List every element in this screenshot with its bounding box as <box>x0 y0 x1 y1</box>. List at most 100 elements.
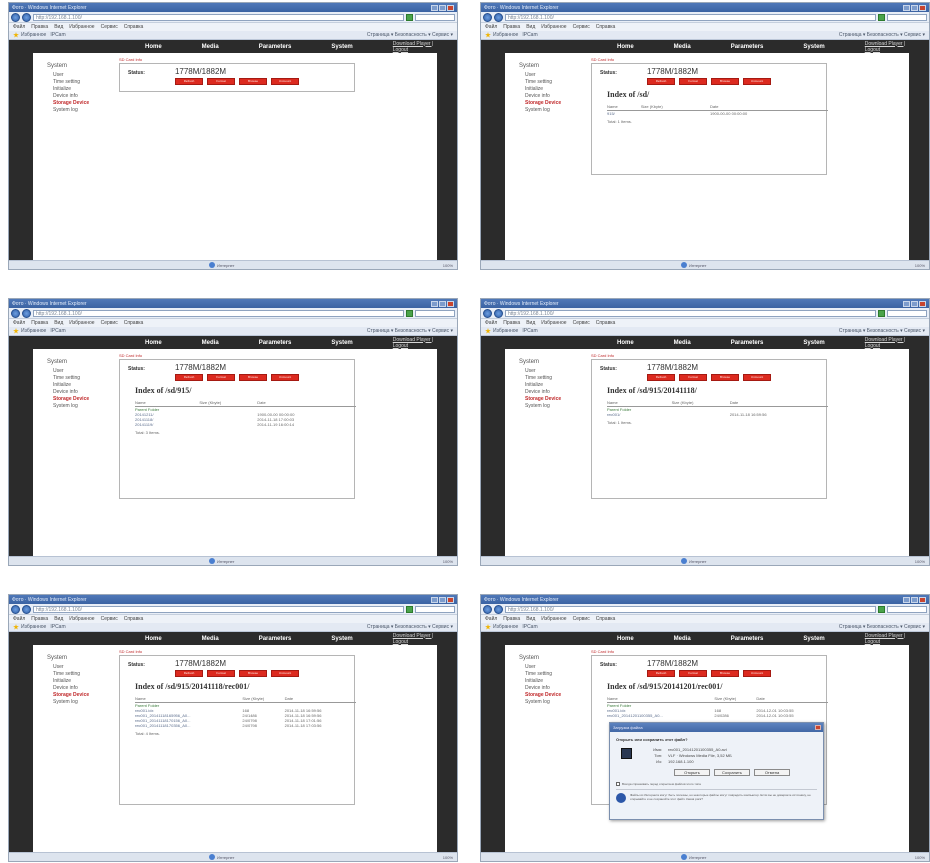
sidebar-item-initialize[interactable]: Initialize <box>519 86 589 93</box>
menu-item[interactable]: Справка <box>124 24 144 30</box>
nav-home[interactable]: Home <box>145 340 162 346</box>
sidebar-item-system-log[interactable]: System log <box>519 107 589 114</box>
sidebar-item-storage-device[interactable]: Storage Device <box>47 692 117 699</box>
nav-parameters[interactable]: Parameters <box>731 636 764 642</box>
nav-home[interactable]: Home <box>145 636 162 642</box>
always-ask-checkbox[interactable] <box>616 782 620 786</box>
menu-item[interactable]: Сервис <box>573 320 590 326</box>
col-header-size[interactable]: Size (Kbyte) <box>640 103 711 111</box>
sidebar-item-initialize[interactable]: Initialize <box>519 382 589 389</box>
nav-home[interactable]: Home <box>617 636 634 642</box>
sidebar-item-device-info[interactable]: Device info <box>519 389 589 396</box>
browse-button[interactable]: Browse <box>239 78 267 85</box>
sidebar-item-time-setting[interactable]: Time setting <box>47 79 117 86</box>
sidebar-item-time-setting[interactable]: Time setting <box>47 671 117 678</box>
sidebar-item-system-log[interactable]: System log <box>519 403 589 410</box>
browse-button[interactable]: Browse <box>711 78 739 85</box>
close-icon[interactable] <box>919 300 926 307</box>
menu-item[interactable]: Сервис <box>101 320 118 326</box>
unmount-button[interactable]: Unmount <box>743 374 771 381</box>
toolbar-commands[interactable]: Страница ▾ Безопасность ▾ Сервис ▾ <box>367 32 453 38</box>
menu-item[interactable]: Вид <box>54 24 63 30</box>
format-button[interactable]: Format <box>207 78 235 85</box>
col-header-date[interactable]: Date <box>284 695 356 703</box>
maximize-icon[interactable] <box>439 596 446 603</box>
close-icon[interactable] <box>447 300 454 307</box>
menu-item[interactable]: Вид <box>526 320 535 326</box>
download-player-link[interactable]: Download Player | Logout <box>865 337 909 349</box>
favorite-link-ipcam[interactable]: IPCam <box>522 328 537 334</box>
menu-item[interactable]: Правка <box>503 616 520 622</box>
nav-parameters[interactable]: Parameters <box>259 340 292 346</box>
forward-icon[interactable] <box>22 308 31 318</box>
sidebar-item-system-log[interactable]: System log <box>47 107 117 114</box>
address-input[interactable]: http://192.168.1.100/ <box>33 309 404 317</box>
address-input[interactable]: http://192.168.1.100/ <box>33 13 404 21</box>
close-icon[interactable] <box>919 4 926 11</box>
sidebar-item-time-setting[interactable]: Time setting <box>47 375 117 382</box>
menu-item[interactable]: Сервис <box>101 24 118 30</box>
menu-item[interactable]: Справка <box>596 616 616 622</box>
refresh-icon[interactable] <box>878 309 885 317</box>
forward-icon[interactable] <box>494 12 503 22</box>
menu-item[interactable]: Сервис <box>573 616 590 622</box>
menu-item[interactable]: Справка <box>596 24 616 30</box>
favorite-link-ipcam[interactable]: IPCam <box>50 624 65 630</box>
col-header-date[interactable]: Date <box>756 695 828 703</box>
favorites-button[interactable]: Избранное <box>485 32 518 38</box>
dialog-close-icon[interactable] <box>815 725 821 730</box>
save-button[interactable]: Сохранить <box>714 769 750 776</box>
favorite-link-ipcam[interactable]: IPCam <box>50 32 65 38</box>
unmount-button[interactable]: Unmount <box>271 670 299 677</box>
favorites-button[interactable]: Избранное <box>13 624 46 630</box>
sidebar-item-storage-device[interactable]: Storage Device <box>519 692 589 699</box>
menu-item[interactable]: Вид <box>526 24 535 30</box>
nav-system[interactable]: System <box>331 636 352 642</box>
menu-item[interactable]: Правка <box>31 24 48 30</box>
menu-item[interactable]: Справка <box>596 320 616 326</box>
download-player-link[interactable]: Download Player | Logout <box>393 337 437 349</box>
nav-media[interactable]: Media <box>674 44 691 50</box>
col-header-name[interactable]: Name <box>135 695 243 703</box>
menu-item[interactable]: Файл <box>13 24 25 30</box>
menu-item[interactable]: Сервис <box>101 616 118 622</box>
sidebar-item-initialize[interactable]: Initialize <box>47 678 117 685</box>
favorites-button[interactable]: Избранное <box>13 32 46 38</box>
nav-media[interactable]: Media <box>202 44 219 50</box>
menu-item[interactable]: Избранное <box>541 616 566 622</box>
menu-item[interactable]: Файл <box>485 616 497 622</box>
col-header-date[interactable]: Date <box>710 103 828 111</box>
zoom-level[interactable]: 100% <box>443 263 453 268</box>
col-header-date[interactable]: Date <box>729 399 828 407</box>
close-icon[interactable] <box>447 4 454 11</box>
unmount-button[interactable]: Unmount <box>743 670 771 677</box>
browse-button[interactable]: Browse <box>711 374 739 381</box>
minimize-icon[interactable] <box>903 300 910 307</box>
format-button[interactable]: Format <box>679 374 707 381</box>
menu-item[interactable]: Правка <box>31 320 48 326</box>
menu-item[interactable]: Файл <box>13 616 25 622</box>
sidebar-item-user[interactable]: User <box>519 664 589 671</box>
address-input[interactable]: http://192.168.1.100/ <box>505 605 876 613</box>
sidebar-item-device-info[interactable]: Device info <box>519 685 589 692</box>
sidebar-item-device-info[interactable]: Device info <box>47 389 117 396</box>
search-input[interactable] <box>415 309 455 317</box>
refresh-button[interactable]: Refresh <box>647 670 675 677</box>
sidebar-item-device-info[interactable]: Device info <box>47 93 117 100</box>
nav-media[interactable]: Media <box>674 636 691 642</box>
col-header-name[interactable]: Name <box>135 399 200 407</box>
unmount-button[interactable]: Unmount <box>271 78 299 85</box>
minimize-icon[interactable] <box>431 596 438 603</box>
search-input[interactable] <box>887 605 927 613</box>
menu-item[interactable]: Вид <box>54 320 63 326</box>
menu-item[interactable]: Справка <box>124 616 144 622</box>
maximize-icon[interactable] <box>911 300 918 307</box>
back-icon[interactable] <box>483 308 492 318</box>
maximize-icon[interactable] <box>439 300 446 307</box>
toolbar-commands[interactable]: Страница ▾ Безопасность ▾ Сервис ▾ <box>839 624 925 630</box>
download-player-link[interactable]: Download Player | Logout <box>393 41 437 53</box>
refresh-icon[interactable] <box>406 605 413 613</box>
nav-home[interactable]: Home <box>145 44 162 50</box>
col-header-size[interactable]: Size (Kbyte) <box>714 695 757 703</box>
minimize-icon[interactable] <box>431 4 438 11</box>
